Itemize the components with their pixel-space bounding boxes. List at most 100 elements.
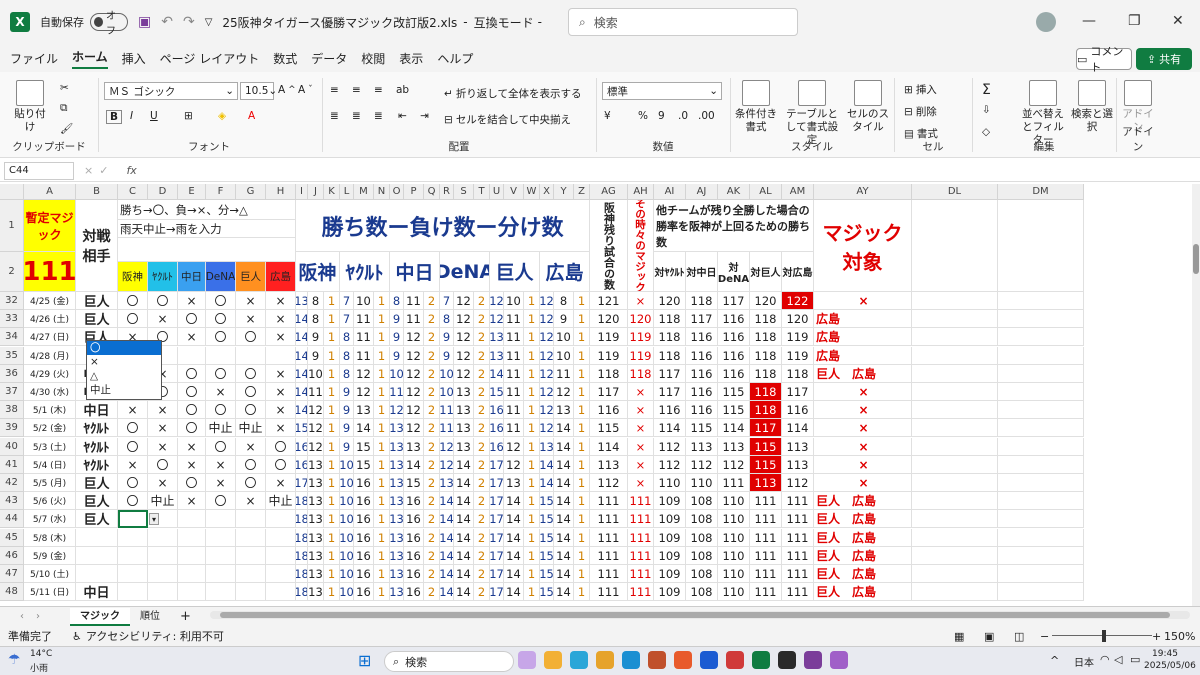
copilot-icon[interactable] — [570, 651, 588, 669]
loss-count[interactable]: 14 — [504, 529, 524, 547]
empty-cell[interactable] — [998, 401, 1084, 419]
magic-target[interactable]: 巨人 広島 — [814, 510, 912, 528]
draw-count[interactable]: 1 — [574, 492, 590, 510]
draw-count[interactable]: 1 — [324, 529, 340, 547]
tab-home[interactable]: ホーム — [72, 48, 108, 69]
draw-count[interactable]: 1 — [374, 401, 390, 419]
merge-center-button[interactable]: ⊟ セルを結合して中央揃え — [444, 112, 571, 127]
loss-count[interactable]: 15 — [354, 456, 374, 474]
win-count[interactable]: 16 — [296, 438, 308, 456]
remaining-games[interactable]: 119 — [590, 347, 628, 365]
align-bottom-icon[interactable]: ≡ — [374, 84, 383, 96]
win-count[interactable]: 13 — [390, 419, 404, 437]
magic-at-time[interactable]: × — [628, 474, 654, 492]
opponent-cell[interactable]: 巨人 — [76, 510, 118, 528]
row-header[interactable]: 1 — [0, 200, 24, 252]
column-header[interactable]: W — [524, 184, 540, 200]
draw-count[interactable]: 2 — [424, 310, 440, 328]
loss-count[interactable]: 12 — [404, 401, 424, 419]
win-count[interactable]: 10 — [340, 529, 354, 547]
column-header[interactable]: H — [266, 184, 296, 200]
result-cell[interactable]: 〇 — [178, 310, 206, 328]
result-cell[interactable] — [178, 529, 206, 547]
magic-target[interactable]: 巨人 広島 — [814, 365, 912, 383]
date-cell[interactable]: 4/29 (火) — [24, 365, 76, 383]
chevron-up-icon[interactable]: ^ — [1050, 654, 1059, 667]
column-header[interactable]: AM — [782, 184, 814, 200]
empty-cell[interactable] — [912, 328, 998, 346]
win-threshold[interactable]: 117 — [782, 383, 814, 401]
win-threshold[interactable]: 113 — [782, 438, 814, 456]
win-threshold[interactable]: 122 — [782, 292, 814, 310]
loss-count[interactable]: 13 — [454, 383, 474, 401]
win-count[interactable]: 18 — [296, 492, 308, 510]
win-count[interactable]: 14 — [440, 529, 454, 547]
opponent-cell[interactable]: ﾔｸﾙﾄ — [76, 419, 118, 437]
save-icon[interactable]: ▣ — [138, 14, 151, 30]
validation-dropdown-list[interactable]: 〇 × △ 中止 — [86, 340, 162, 400]
result-cell[interactable]: 〇 — [148, 456, 178, 474]
draw-count[interactable]: 2 — [474, 565, 490, 583]
win-count[interactable]: 12 — [540, 401, 554, 419]
result-cell[interactable]: × — [236, 438, 266, 456]
column-header[interactable]: A — [24, 184, 76, 200]
magic-at-time[interactable]: × — [628, 456, 654, 474]
win-count[interactable]: 10 — [340, 547, 354, 565]
loss-count[interactable]: 11 — [308, 383, 324, 401]
result-cell[interactable]: × — [148, 419, 178, 437]
draw-count[interactable]: 1 — [574, 547, 590, 565]
empty-cell[interactable] — [998, 529, 1084, 547]
win-threshold[interactable]: 108 — [686, 583, 718, 601]
win-threshold[interactable]: 113 — [718, 438, 750, 456]
win-threshold[interactable]: 110 — [718, 510, 750, 528]
result-cell[interactable]: × — [148, 474, 178, 492]
date-cell[interactable]: 4/25 (金) — [24, 292, 76, 310]
win-threshold[interactable]: 111 — [750, 492, 782, 510]
draw-count[interactable]: 1 — [324, 565, 340, 583]
loss-count[interactable]: 16 — [354, 510, 374, 528]
win-count[interactable]: 16 — [490, 419, 504, 437]
win-count[interactable]: 18 — [296, 547, 308, 565]
win-count[interactable]: 14 — [440, 492, 454, 510]
win-threshold[interactable]: 111 — [782, 565, 814, 583]
result-cell[interactable]: × — [206, 456, 236, 474]
edge-icon[interactable] — [622, 651, 640, 669]
fill-color-icon[interactable]: ◈ — [218, 110, 226, 122]
tab-file[interactable]: ファイル — [10, 50, 58, 67]
loss-count[interactable]: 16 — [354, 565, 374, 583]
result-cell[interactable]: 〇 — [236, 456, 266, 474]
loss-count[interactable]: 13 — [308, 456, 324, 474]
draw-count[interactable]: 1 — [574, 310, 590, 328]
loss-count[interactable]: 12 — [404, 328, 424, 346]
win-threshold[interactable]: 118 — [750, 328, 782, 346]
clock-date[interactable]: 2025/05/06 — [1144, 661, 1196, 671]
result-cell[interactable]: 〇 — [118, 492, 148, 510]
magic-at-time[interactable]: × — [628, 438, 654, 456]
win-count[interactable]: 13 — [390, 492, 404, 510]
date-cell[interactable]: 5/8 (木) — [24, 529, 76, 547]
win-threshold[interactable]: 118 — [750, 310, 782, 328]
empty-cell[interactable] — [912, 419, 998, 437]
result-cell[interactable] — [266, 347, 296, 365]
loss-count[interactable]: 10 — [504, 292, 524, 310]
date-cell[interactable]: 4/28 (月) — [24, 347, 76, 365]
worksheet-grid[interactable]: A B C D E F G H I J K L M N O P Q R S T U V W X Y Z AG AH AI AJ AK AL AM… — [0, 184, 1192, 606]
draw-count[interactable]: 2 — [424, 547, 440, 565]
win-threshold[interactable]: 109 — [654, 492, 686, 510]
column-header[interactable]: AJ — [686, 184, 718, 200]
result-cell[interactable] — [236, 510, 266, 528]
draw-count[interactable]: 1 — [524, 347, 540, 365]
remaining-games[interactable]: 119 — [590, 328, 628, 346]
draw-count[interactable]: 1 — [524, 510, 540, 528]
magic-target[interactable]: × — [814, 456, 912, 474]
draw-count[interactable]: 2 — [424, 438, 440, 456]
result-cell[interactable] — [206, 583, 236, 601]
magic-target[interactable]: × — [814, 383, 912, 401]
indent-increase-icon[interactable]: ⇥ — [420, 110, 429, 122]
tab-insert[interactable]: 挿入 — [122, 50, 146, 67]
result-cell[interactable]: 〇 — [178, 401, 206, 419]
loss-count[interactable]: 14 — [504, 510, 524, 528]
draw-count[interactable]: 2 — [424, 328, 440, 346]
win-count[interactable]: 17 — [490, 583, 504, 601]
empty-cell[interactable] — [998, 347, 1084, 365]
